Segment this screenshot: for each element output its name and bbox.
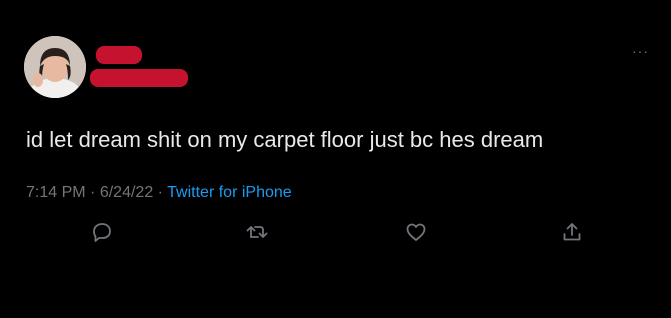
tweet-meta: 7:14 PM · 6/24/22 · Twitter for iPhone bbox=[26, 183, 292, 203]
share-button[interactable] bbox=[560, 220, 584, 244]
tweet: ··· id let dream shit on my carpet floor… bbox=[0, 0, 671, 318]
retweet-button[interactable] bbox=[245, 220, 269, 244]
redacted-display-name bbox=[96, 46, 142, 64]
tweet-date[interactable]: 6/24/22 bbox=[100, 184, 153, 201]
reply-icon bbox=[93, 223, 111, 242]
tweet-text: id let dream shit on my carpet floor jus… bbox=[26, 127, 544, 152]
tweet-time[interactable]: 7:14 PM bbox=[26, 184, 86, 201]
reply-button[interactable] bbox=[90, 220, 114, 244]
avatar[interactable] bbox=[24, 36, 86, 98]
meta-separator: · bbox=[157, 184, 163, 201]
meta-separator: · bbox=[90, 184, 96, 201]
tweet-actions bbox=[0, 220, 671, 246]
like-button[interactable] bbox=[404, 220, 428, 244]
retweet-icon bbox=[246, 226, 268, 238]
tweet-source[interactable]: Twitter for iPhone bbox=[167, 184, 292, 201]
redacted-username bbox=[90, 69, 188, 87]
like-icon bbox=[406, 223, 426, 241]
avatar-photo bbox=[24, 36, 86, 98]
more-options-icon[interactable]: ··· bbox=[632, 44, 649, 58]
share-icon bbox=[563, 223, 581, 241]
